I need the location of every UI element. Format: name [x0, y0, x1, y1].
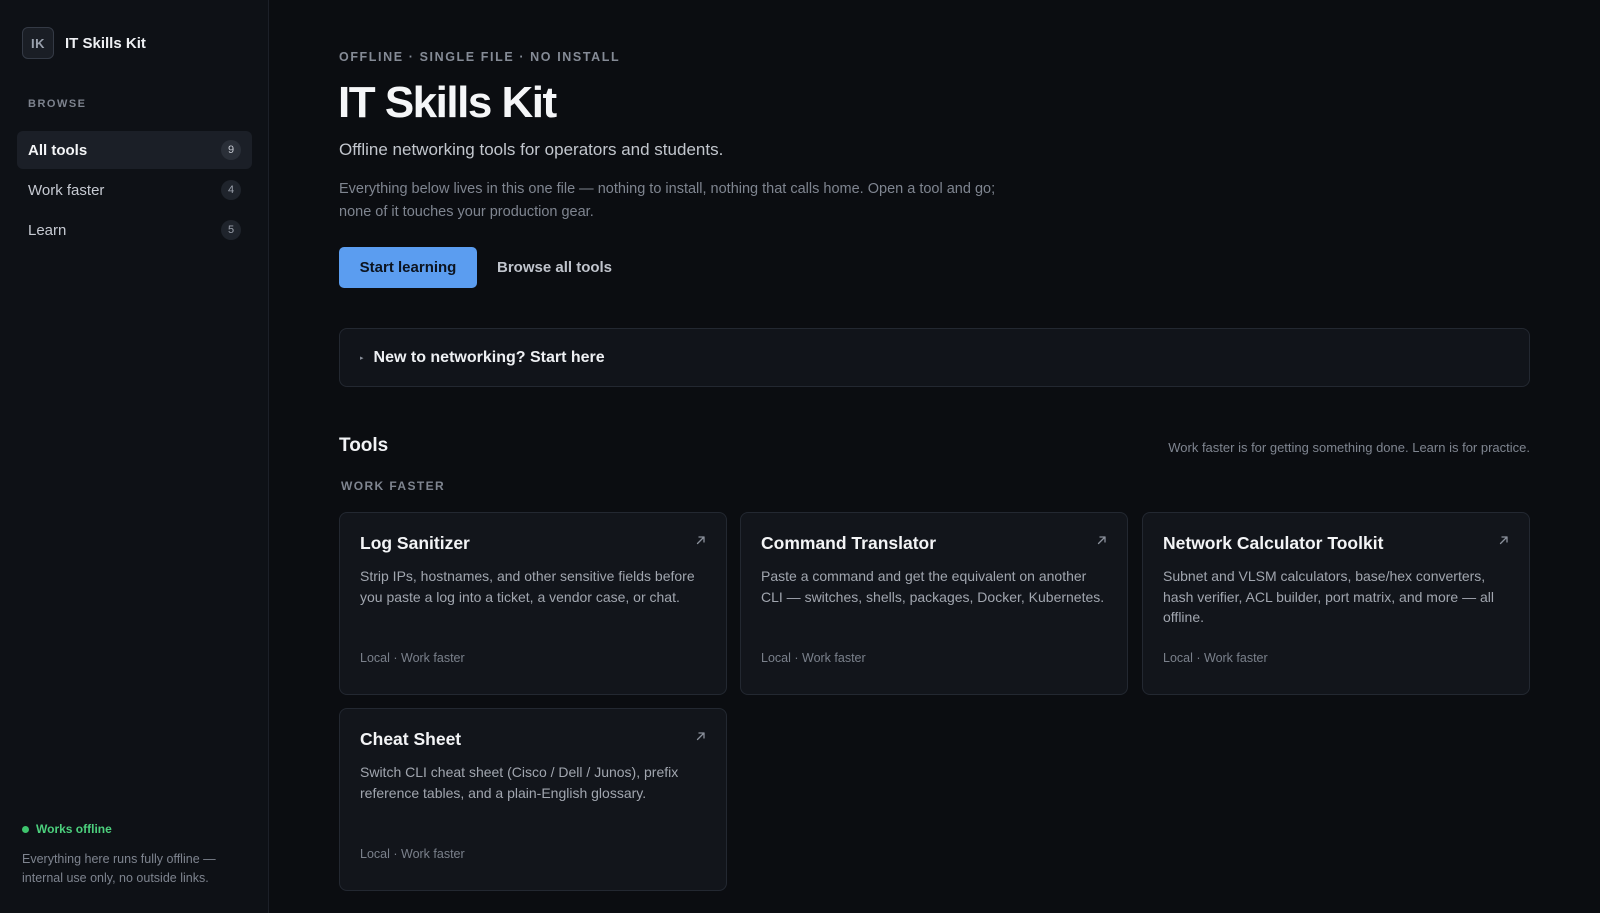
offline-note: Everything here runs fully offline — int… — [22, 852, 216, 885]
status-dot-icon — [22, 825, 29, 833]
card-description: Paste a command and get the equivalent o… — [761, 568, 1105, 605]
start-learning-button[interactable]: Start learning — [339, 247, 477, 288]
card-title: Log Sanitizer — [360, 533, 470, 553]
card-title: Cheat Sheet — [360, 729, 462, 749]
app: IK IT Skills Kit BROWSE All tools 9 Work… — [0, 0, 1600, 913]
brand-logo: IK — [22, 27, 54, 59]
tools-note: Work faster is for getting something don… — [1168, 440, 1530, 455]
count-badge: 4 — [221, 180, 241, 200]
status-label: Works offline — [36, 822, 112, 836]
arrow-up-right-icon — [1499, 536, 1508, 545]
sidebar-item-all-tools[interactable]: All tools 9 — [17, 131, 252, 169]
card-description: Subnet and VLSM calculators, base/hex co… — [1163, 568, 1494, 625]
count-badge: 9 — [221, 140, 241, 160]
page-title: IT Skills Kit — [338, 78, 557, 127]
group-label-work-faster: WORK FASTER — [341, 479, 446, 493]
tool-card-network-calculator-toolkit[interactable]: Network Calculator Toolkit Subnet and VL… — [1142, 512, 1530, 695]
sidebar-nav: All tools 9 Work faster 4 Learn 5 — [17, 131, 252, 251]
start-here-disclosure[interactable]: ▸ New to networking? Start here — [339, 328, 1530, 387]
arrow-up-right-icon — [696, 536, 705, 545]
card-title: Command Translator — [761, 533, 937, 553]
card-meta: Local · Work faster — [1163, 651, 1268, 665]
tools-heading: Tools — [339, 435, 389, 456]
sidebar-item-work-faster[interactable]: Work faster 4 — [17, 171, 252, 209]
tool-card-command-translator[interactable]: Command Translator Paste a command and g… — [740, 512, 1128, 695]
sidebar: IK IT Skills Kit BROWSE All tools 9 Work… — [0, 0, 269, 913]
card-meta: Local · Work faster — [761, 651, 866, 665]
tool-card-log-sanitizer[interactable]: Log Sanitizer Strip IPs, hostnames, and … — [339, 512, 727, 695]
page-description: Everything below lives in this one file … — [339, 181, 996, 220]
tool-card-cheat-sheet[interactable]: Cheat Sheet Switch CLI cheat sheet (Cisc… — [339, 708, 727, 891]
count-badge: 5 — [221, 220, 241, 240]
main-content: OFFLINE · SINGLE FILE · NO INSTALL IT Sk… — [269, 0, 1600, 913]
sidebar-item-label: Learn — [28, 221, 67, 239]
arrow-up-right-icon — [696, 732, 705, 741]
sidebar-item-learn[interactable]: Learn 5 — [17, 211, 252, 249]
sidebar-item-label: Work faster — [28, 181, 105, 199]
disclosure-triangle-icon: ▸ — [360, 354, 364, 362]
card-description: Strip IPs, hostnames, and other sensitiv… — [360, 568, 695, 605]
card-meta: Local · Work faster — [360, 847, 465, 861]
hero-eyebrow: OFFLINE · SINGLE FILE · NO INSTALL — [339, 50, 621, 64]
disclosure-label: New to networking? Start here — [373, 348, 605, 366]
offline-status: Works offline — [22, 822, 112, 836]
card-meta: Local · Work faster — [360, 651, 465, 665]
card-title: Network Calculator Toolkit — [1163, 533, 1384, 553]
brand-name: IT Skills Kit — [65, 34, 146, 52]
browse-section-label: BROWSE — [28, 98, 87, 110]
page-subtitle: Offline networking tools for operators a… — [339, 140, 724, 159]
brand[interactable]: IK IT Skills Kit — [22, 27, 146, 59]
card-description: Switch CLI cheat sheet (Cisco / Dell / J… — [360, 764, 679, 801]
sidebar-item-label: All tools — [28, 141, 88, 159]
arrow-up-right-icon — [1097, 536, 1106, 545]
browse-all-tools-button[interactable]: Browse all tools — [485, 247, 624, 288]
